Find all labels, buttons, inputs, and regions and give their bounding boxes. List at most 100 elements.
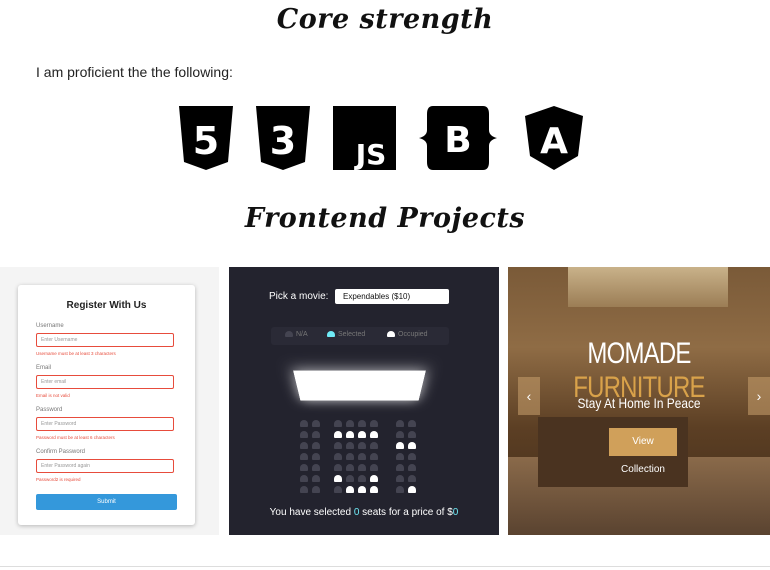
seat[interactable] — [312, 486, 320, 493]
seat[interactable] — [346, 486, 354, 493]
svg-text:A: A — [540, 121, 568, 162]
seat[interactable] — [358, 475, 366, 482]
register-card: Register With Us Username Enter Username… — [18, 285, 195, 525]
seat[interactable] — [346, 420, 354, 427]
seat[interactable] — [370, 431, 378, 438]
seat[interactable] — [396, 475, 404, 482]
seat[interactable] — [396, 420, 404, 427]
seat[interactable] — [396, 464, 404, 471]
seat[interactable] — [334, 464, 342, 471]
svg-text:5: 5 — [193, 119, 219, 163]
project-movie-booking[interactable]: Pick a movie: Expendables ($10) N/A Sele… — [229, 267, 499, 535]
seat[interactable] — [358, 486, 366, 493]
css3-icon: 3 — [256, 106, 310, 170]
seat[interactable] — [300, 420, 308, 427]
form-title: Register With Us — [66, 300, 147, 311]
pick-movie-label: Pick a movie: — [269, 291, 329, 302]
password-error: Password must be at least 6 characters — [36, 435, 115, 440]
seat[interactable] — [358, 453, 366, 460]
booking-summary: You have selected 0 seats for a price of… — [269, 507, 459, 518]
seat[interactable] — [346, 442, 354, 449]
seat[interactable] — [408, 464, 416, 471]
seat[interactable] — [300, 464, 308, 471]
view-collection-button[interactable]: View Collection — [609, 428, 677, 475]
project-register-form[interactable]: Register With Us Username Enter Username… — [0, 267, 219, 535]
angular-icon: A — [525, 106, 583, 170]
seat[interactable] — [334, 453, 342, 460]
seat-icon — [387, 331, 395, 338]
seat[interactable] — [370, 442, 378, 449]
projects-title: Frontend Projects — [244, 203, 526, 234]
seat[interactable] — [358, 442, 366, 449]
username-error: Username must be at least 3 characters — [36, 351, 116, 356]
seat[interactable] — [334, 420, 342, 427]
seat[interactable] — [408, 442, 416, 449]
seat[interactable] — [312, 442, 320, 449]
seat[interactable] — [370, 420, 378, 427]
skills-title: Core strength — [276, 4, 494, 35]
confirm-password-label: Confirm Password — [36, 449, 86, 455]
seat[interactable] — [358, 431, 366, 438]
seat[interactable] — [408, 453, 416, 460]
legend-occupied: Occupied — [387, 331, 428, 338]
seat[interactable] — [370, 475, 378, 482]
javascript-icon: JS — [333, 106, 396, 170]
total-price: 0 — [452, 507, 459, 518]
seat[interactable] — [312, 431, 320, 438]
seat[interactable] — [334, 442, 342, 449]
seat[interactable] — [334, 475, 342, 482]
intro-text: I am proficient the the following: — [36, 64, 233, 80]
seat[interactable] — [300, 442, 308, 449]
seat[interactable] — [346, 464, 354, 471]
seat[interactable] — [312, 464, 320, 471]
username-field[interactable]: Enter Username — [36, 333, 174, 347]
seat[interactable] — [300, 453, 308, 460]
seat[interactable] — [300, 431, 308, 438]
seat[interactable] — [370, 453, 378, 460]
seat[interactable] — [408, 475, 416, 482]
seat[interactable] — [396, 453, 404, 460]
seat-icon — [285, 331, 293, 338]
tagline: Stay At Home In Peace — [577, 395, 701, 411]
legend-na: N/A — [285, 331, 308, 338]
seat[interactable] — [312, 475, 320, 482]
password-field[interactable]: Enter Password — [36, 417, 174, 431]
seat[interactable] — [396, 486, 404, 493]
seat[interactable] — [370, 464, 378, 471]
seat[interactable] — [358, 420, 366, 427]
seat[interactable] — [358, 464, 366, 471]
username-label: Username — [36, 323, 64, 329]
seat[interactable] — [370, 486, 378, 493]
seat[interactable] — [396, 442, 404, 449]
seat[interactable] — [408, 431, 416, 438]
submit-button[interactable]: Submit — [36, 494, 177, 510]
seat[interactable] — [334, 431, 342, 438]
legend-selected: Selected — [327, 331, 365, 338]
confirm-password-field[interactable]: Enter Password again — [36, 459, 174, 473]
bootstrap-icon: B — [419, 106, 497, 170]
ceiling-decor — [568, 267, 728, 307]
seat-icon — [327, 331, 335, 338]
cinema-screen — [293, 370, 426, 401]
seat[interactable] — [312, 453, 320, 460]
seat[interactable] — [408, 420, 416, 427]
seat[interactable] — [396, 431, 404, 438]
project-furniture-site[interactable]: ‹ › MOMADE FURNITURE Stay At Home In Pea… — [508, 267, 770, 535]
email-label: Email — [36, 365, 52, 371]
svg-text:B: B — [444, 120, 471, 161]
seat[interactable] — [312, 420, 320, 427]
seat[interactable] — [346, 475, 354, 482]
seat[interactable] — [346, 431, 354, 438]
seat[interactable] — [300, 486, 308, 493]
svg-text:JS: JS — [354, 138, 387, 170]
seat[interactable] — [334, 486, 342, 493]
seat[interactable] — [408, 486, 416, 493]
svg-text:3: 3 — [270, 119, 296, 163]
seat[interactable] — [346, 453, 354, 460]
seat[interactable] — [300, 475, 308, 482]
email-error: Email is not valid — [36, 393, 70, 398]
email-field[interactable]: Enter email — [36, 375, 174, 389]
carousel-next-button[interactable]: › — [748, 377, 770, 415]
movie-select[interactable]: Expendables ($10) — [335, 289, 449, 304]
confirm-password-error: Password2 is required — [36, 477, 81, 482]
